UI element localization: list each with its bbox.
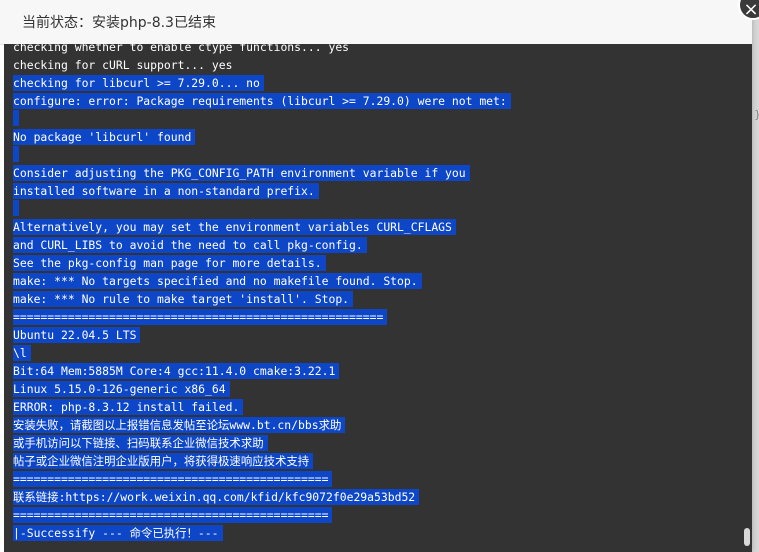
terminal-line: make: *** No rule to make target 'instal… bbox=[13, 290, 738, 308]
terminal-lines: checking whether to enable ctype functio… bbox=[13, 44, 738, 542]
terminal-line-text: 安装失败，请截图以上报错信息发帖至论坛www.bt.cn/bbs求助 bbox=[13, 417, 346, 433]
terminal-line: checking whether to enable ctype functio… bbox=[13, 44, 738, 56]
terminal-line-text bbox=[13, 110, 19, 126]
terminal-line-text bbox=[13, 146, 19, 162]
terminal-line-text: ERROR: php-8.3.12 install failed. bbox=[13, 399, 244, 415]
scrollbar-thumb[interactable] bbox=[744, 528, 750, 546]
terminal-line-text: configure: error: Package requirements (… bbox=[13, 93, 511, 109]
background-text-fragment: }) bbox=[754, 108, 759, 121]
terminal-line-text: 帖子或企业微信注明企业版用户，将获得极速响应技术支持 bbox=[13, 453, 314, 469]
terminal-line: No package 'libcurl' found bbox=[13, 128, 738, 146]
terminal-line: 或手机访问以下链接、扫码联系企业微信技术求助 bbox=[13, 434, 738, 452]
terminal-line: 帖子或企业微信注明企业版用户，将获得极速响应技术支持 bbox=[13, 452, 738, 470]
terminal-line: Ubuntu 22.04.5 LTS bbox=[13, 326, 738, 344]
terminal-line-text: No package 'libcurl' found bbox=[13, 129, 196, 145]
terminal-line: checking for cURL support... yes bbox=[13, 56, 738, 74]
terminal-line: configure: error: Package requirements (… bbox=[13, 92, 738, 110]
terminal-output[interactable]: checking whether to enable ctype functio… bbox=[4, 44, 752, 552]
terminal-line: and CURL_LIBS to avoid the need to call … bbox=[13, 236, 738, 254]
terminal-line-text: checking for libcurl >= 7.29.0... no bbox=[13, 75, 264, 91]
terminal-line: Alternatively, you may set the environme… bbox=[13, 218, 738, 236]
terminal-line: ERROR: php-8.3.12 install failed. bbox=[13, 398, 738, 416]
terminal-line: ========================================… bbox=[13, 506, 738, 524]
terminal-line-text: installed software in a non-standard pre… bbox=[13, 183, 319, 199]
close-icon[interactable]: × bbox=[743, 0, 758, 20]
terminal-line-text: Consider adjusting the PKG_CONFIG_PATH e… bbox=[13, 165, 470, 181]
terminal-line: |-Successify --- 命令已执行！--- bbox=[13, 524, 738, 542]
terminal-line: 联系链接:https://work.weixin.qq.com/kfid/kfc… bbox=[13, 488, 738, 506]
terminal-line-text bbox=[13, 200, 19, 216]
terminal-line bbox=[13, 146, 738, 164]
terminal-line-text: make: *** No rule to make target 'instal… bbox=[13, 291, 354, 307]
terminal-line-text: 或手机访问以下链接、扫码联系企业微信技术求助 bbox=[13, 435, 268, 451]
terminal-line: checking for libcurl >= 7.29.0... no bbox=[13, 74, 738, 92]
terminal-line-text: Alternatively, you may set the environme… bbox=[13, 219, 456, 235]
terminal-line: Bit:64 Mem:5885M Core:4 gcc:11.4.0 cmake… bbox=[13, 362, 738, 380]
terminal-line-text: Linux 5.15.0-126-generic x86_64 bbox=[13, 381, 230, 397]
terminal-line-text: ========================================… bbox=[13, 309, 388, 325]
terminal-line: ========================================… bbox=[13, 308, 738, 326]
terminal-line bbox=[13, 110, 738, 128]
terminal-line: Linux 5.15.0-126-generic x86_64 bbox=[13, 380, 738, 398]
terminal-line-text: Bit:64 Mem:5885M Core:4 gcc:11.4.0 cmake… bbox=[13, 363, 340, 379]
terminal-line-text: 联系链接:https://work.weixin.qq.com/kfid/kfc… bbox=[13, 489, 420, 505]
terminal-line: make: *** No targets specified and no ma… bbox=[13, 272, 738, 290]
terminal-line-text: Ubuntu 22.04.5 LTS bbox=[13, 327, 141, 343]
terminal-line: Consider adjusting the PKG_CONFIG_PATH e… bbox=[13, 164, 738, 182]
terminal-line-text: make: *** No targets specified and no ma… bbox=[13, 273, 422, 289]
dialog-title: 当前状态：安装php-8.3已结束 bbox=[22, 15, 216, 31]
terminal-line-text: checking whether to enable ctype functio… bbox=[13, 44, 350, 54]
terminal-line-text: \l bbox=[13, 345, 31, 361]
terminal-line bbox=[13, 200, 738, 218]
terminal-line-text: |-Successify --- 命令已执行！--- bbox=[13, 525, 223, 541]
terminal-line: \l bbox=[13, 344, 738, 362]
terminal-line-text: ========================================… bbox=[13, 507, 333, 523]
terminal-scrollbar[interactable] bbox=[741, 44, 752, 552]
terminal-line-text: ========================================… bbox=[13, 471, 333, 487]
install-status-dialog: 当前状态：安装php-8.3已结束 checking whether to en… bbox=[0, 0, 752, 552]
terminal-line-text: See the pkg-config man page for more det… bbox=[13, 255, 326, 271]
terminal-line-text: and CURL_LIBS to avoid the need to call … bbox=[13, 237, 367, 253]
terminal-line: 安装失败，请截图以上报错信息发帖至论坛www.bt.cn/bbs求助 bbox=[13, 416, 738, 434]
terminal-line: See the pkg-config man page for more det… bbox=[13, 254, 738, 272]
terminal-line-text: checking for cURL support... yes bbox=[13, 58, 233, 72]
terminal-line: ========================================… bbox=[13, 470, 738, 488]
terminal-line: installed software in a non-standard pre… bbox=[13, 182, 738, 200]
dialog-header: 当前状态：安装php-8.3已结束 bbox=[0, 0, 752, 45]
